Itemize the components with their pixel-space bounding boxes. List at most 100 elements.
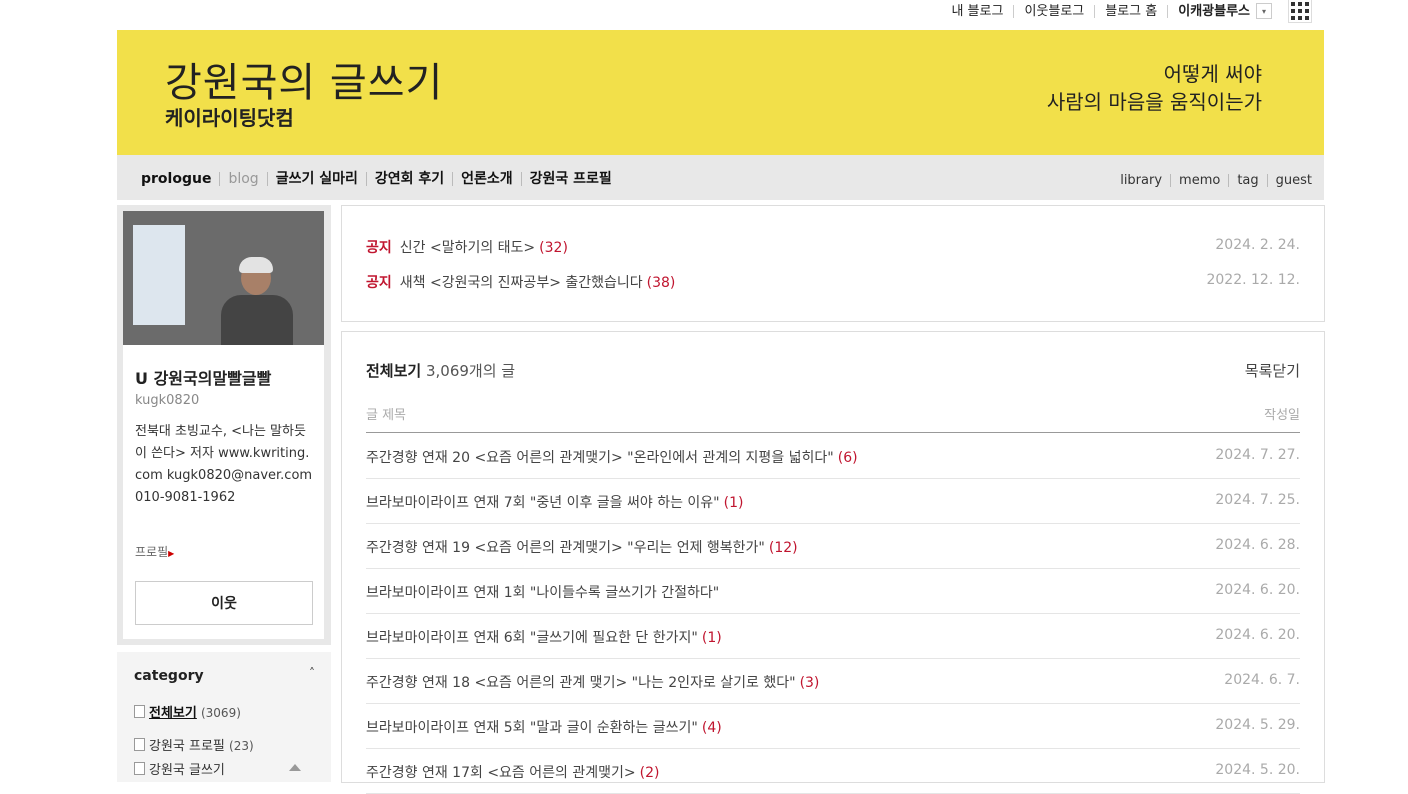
category-panel: category ˄ 전체보기 (3069) 강원국 프로필 (23) 강원국 … <box>117 652 331 782</box>
menu-library[interactable]: library <box>1112 174 1172 187</box>
post-comments[interactable]: (1) <box>702 630 722 646</box>
menu-bar: prologue blog 글쓰기 실마리 강연회 후기 언론소개 강원국 프로… <box>117 155 1324 200</box>
profile-photo[interactable] <box>123 211 324 345</box>
post-comments[interactable]: (2) <box>640 765 660 781</box>
close-list-button[interactable]: 목록닫기 <box>1245 360 1300 381</box>
post-title[interactable]: 브라보마이라이프 연재 6회 "글쓰기에 필요한 단 한가지" <box>366 630 698 646</box>
post-title-wrap: 브라보마이라이프 연재 6회 "글쓰기에 필요한 단 한가지" (1) <box>366 627 722 647</box>
menu-memo[interactable]: memo <box>1171 174 1230 187</box>
category-item-writing[interactable]: 강원국 글쓰기 <box>134 759 225 778</box>
post-comments[interactable]: (6) <box>838 450 858 466</box>
post-row[interactable]: 주간경향 연재 20 <요즘 어른의 관계맺기> "온라인에서 관계의 지평을 … <box>366 433 1300 479</box>
profile-user-id: kugk0820 <box>135 393 200 408</box>
menu-prologue[interactable]: prologue <box>141 172 221 186</box>
post-date: 2024. 5. 20. <box>1215 762 1300 778</box>
neighbor-blog-link[interactable]: 이웃블로그 <box>1014 4 1096 18</box>
document-icon <box>134 738 145 751</box>
post-title[interactable]: 브라보마이라이프 연재 1회 "나이들수록 글쓰기가 간절하다" <box>366 585 719 601</box>
post-title[interactable]: 주간경향 연재 18 <요즘 어른의 관계 맺기> "나는 2인자로 살기로 했… <box>366 675 796 691</box>
post-title-wrap: 주간경향 연재 20 <요즘 어른의 관계맺기> "온라인에서 관계의 지평을 … <box>366 447 858 467</box>
menu-tag[interactable]: tag <box>1229 174 1268 187</box>
profile-link-label[interactable]: 프로필 <box>135 545 168 559</box>
post-date: 2024. 6. 20. <box>1215 627 1300 643</box>
blog-home-link[interactable]: 블로그 홈 <box>1095 4 1169 18</box>
global-nav: 내 블로그 이웃블로그 블로그 홈 이캐광블루스 ▾ <box>941 0 1312 23</box>
post-date: 2024. 6. 28. <box>1215 537 1300 553</box>
post-title[interactable]: 주간경향 연재 19 <요즘 어른의 관계맺기> "우리는 언제 행복한가" <box>366 540 765 556</box>
menu-writing-tips[interactable]: 글쓰기 실마리 <box>268 172 367 186</box>
notice-comments[interactable]: (32) <box>539 240 568 256</box>
menu-press[interactable]: 언론소개 <box>453 172 522 186</box>
post-title[interactable]: 브라보마이라이프 연재 7회 "중년 이후 글을 써야 하는 이유" <box>366 495 720 511</box>
blog-subtitle: 케이라이팅닷컴 <box>165 106 294 130</box>
post-title[interactable]: 주간경향 연재 20 <요즘 어른의 관계맺기> "온라인에서 관계의 지평을 … <box>366 450 834 466</box>
post-title-wrap: 주간경향 연재 18 <요즘 어른의 관계 맺기> "나는 2인자로 살기로 했… <box>366 672 819 692</box>
post-date: 2024. 5. 29. <box>1215 717 1300 733</box>
notice-comments[interactable]: (38) <box>647 275 676 291</box>
arrow-right-icon: ▶ <box>168 549 175 558</box>
notice-tag: 공지 <box>366 275 392 291</box>
profile-bio: 전북대 초빙교수, <나는 말하듯이 쓴다> 저자 www.kwriting.c… <box>135 424 313 505</box>
blog-slogan: 어떻게 써야 사람의 마음을 움직이는가 <box>1047 60 1262 116</box>
post-title-wrap: 브라보마이라이프 연재 5회 "말과 글이 순환하는 글쓰기" (4) <box>366 717 722 737</box>
list-heading-title: 전체보기 <box>366 362 422 380</box>
post-title[interactable]: 주간경향 연재 17회 <요즘 어른의 관계맺기> <box>366 765 636 781</box>
slogan-line-1: 어떻게 써야 <box>1163 62 1262 86</box>
menu-lecture-review[interactable]: 강연회 후기 <box>367 172 454 186</box>
collapse-icon[interactable]: ˄ <box>309 666 315 680</box>
user-menu[interactable]: 이캐광블루스 <box>1168 5 1256 18</box>
blog-banner: 강원국의 글쓰기 케이라이팅닷컴 어떻게 써야 사람의 마음을 움직이는가 <box>117 30 1324 155</box>
post-row[interactable]: 주간경향 연재 18 <요즘 어른의 관계 맺기> "나는 2인자로 살기로 했… <box>366 658 1300 704</box>
list-column-header: 글 제목 작성일 <box>366 404 1300 433</box>
notice-tag: 공지 <box>366 240 392 256</box>
post-row[interactable]: 주간경향 연재 17회 <요즘 어른의 관계맺기> (2) 2024. 5. 20… <box>366 748 1300 794</box>
post-row[interactable]: 주간경향 연재 19 <요즘 어른의 관계맺기> "우리는 언제 행복한가" (1… <box>366 523 1300 569</box>
caret-up-icon[interactable] <box>289 764 301 771</box>
post-date: 2024. 7. 25. <box>1215 492 1300 508</box>
category-item-profile[interactable]: 강원국 프로필 (23) <box>134 735 254 754</box>
post-date: 2024. 6. 20. <box>1215 582 1300 598</box>
post-row[interactable]: 브라보마이라이프 연재 1회 "나이들수록 글쓰기가 간절하다" 2024. 6… <box>366 568 1300 614</box>
post-comments[interactable]: (4) <box>702 720 722 736</box>
menu-guest[interactable]: guest <box>1268 174 1312 187</box>
column-title: 글 제목 <box>366 408 407 423</box>
column-date: 작성일 <box>1264 408 1300 423</box>
notice-title[interactable]: 새책 <강원국의 진짜공부> 출간했습니다 <box>400 275 643 291</box>
notice-date: 2024. 2. 24. <box>1215 237 1300 253</box>
menu-blog[interactable]: blog <box>220 172 268 186</box>
post-title-wrap: 주간경향 연재 19 <요즘 어른의 관계맺기> "우리는 언제 행복한가" (1… <box>366 537 798 557</box>
post-row[interactable]: 브라보마이라이프 연재 6회 "글쓰기에 필요한 단 한가지" (1) 2024.… <box>366 613 1300 659</box>
post-list-panel: 전체보기 3,069개의 글 목록닫기 글 제목 작성일 주간경향 연재 20 … <box>341 331 1325 794</box>
post-row[interactable]: 브라보마이라이프 연재 5회 "말과 글이 순환하는 글쓰기" (4) 2024.… <box>366 703 1300 749</box>
notice-item[interactable]: 공지 새책 <강원국의 진짜공부> 출간했습니다 (38) 2022. 12. 12… <box>366 272 1300 292</box>
menu-profile[interactable]: 강원국 프로필 <box>522 172 620 186</box>
notice-panel: 공지 신간 <말하기의 태도> (32) 2024. 2. 24. 공지 새책 <강원… <box>341 205 1325 322</box>
post-count: 3,069개의 글 <box>425 362 516 380</box>
category-item-all[interactable]: 전체보기 (3069) <box>134 702 241 721</box>
slogan-line-2: 사람의 마음을 움직이는가 <box>1046 90 1262 114</box>
notice-item[interactable]: 공지 신간 <말하기의 태도> (32) 2024. 2. 24. <box>366 237 1300 257</box>
post-row[interactable]: 브라보마이라이프 연재 7회 "중년 이후 글을 써야 하는 이유" (1) 20… <box>366 478 1300 524</box>
post-comments[interactable]: (12) <box>769 540 798 556</box>
profile-link[interactable]: 프로필▶ <box>135 543 174 560</box>
category-title: category <box>134 668 204 684</box>
post-comments[interactable]: (3) <box>800 675 820 691</box>
profile-nickname: U 강원국의말빨글빨 <box>135 369 272 388</box>
document-icon <box>134 762 145 775</box>
blog-title[interactable]: 강원국의 글쓰기 <box>165 50 443 108</box>
post-date: 2024. 6. 7. <box>1224 672 1300 688</box>
notice-date: 2022. 12. 12. <box>1206 272 1300 288</box>
chevron-down-icon[interactable]: ▾ <box>1256 3 1272 19</box>
grid-icon[interactable] <box>1288 0 1312 23</box>
neighbor-button[interactable]: 이웃 <box>135 581 313 625</box>
profile-panel: U 강원국의말빨글빨 kugk0820 전북대 초빙교수, <나는 말하듯이 쓴… <box>117 205 331 645</box>
post-title-wrap: 브라보마이라이프 연재 7회 "중년 이후 글을 써야 하는 이유" (1) <box>366 492 743 512</box>
post-title-wrap: 브라보마이라이프 연재 1회 "나이들수록 글쓰기가 간절하다" <box>366 582 723 602</box>
post-date: 2024. 7. 27. <box>1215 447 1300 463</box>
post-comments[interactable]: (1) <box>724 495 744 511</box>
my-blog-link[interactable]: 내 블로그 <box>941 4 1015 18</box>
post-title-wrap: 주간경향 연재 17회 <요즘 어른의 관계맺기> (2) <box>366 762 659 782</box>
document-icon <box>134 705 145 718</box>
post-title[interactable]: 브라보마이라이프 연재 5회 "말과 글이 순환하는 글쓰기" <box>366 720 698 736</box>
notice-title[interactable]: 신간 <말하기의 태도> <box>400 240 535 256</box>
